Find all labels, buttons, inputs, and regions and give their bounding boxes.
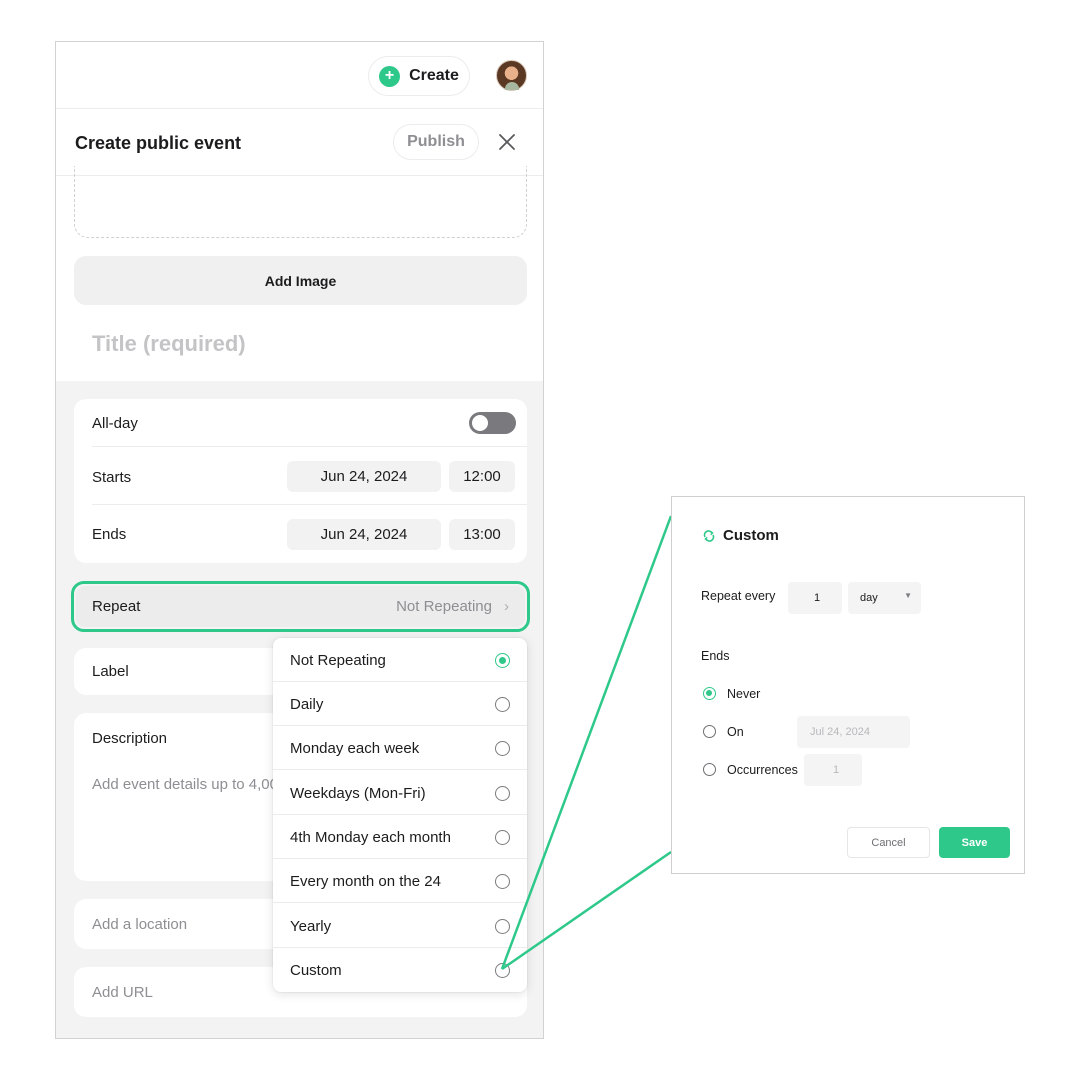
repeat-dropdown-menu: Not Repeating Daily Monday each week Wee… — [273, 638, 527, 992]
repeat-row[interactable]: Repeat Not Repeating › — [76, 586, 525, 627]
occurrences-input[interactable]: 1 — [804, 754, 862, 786]
url-input[interactable]: Add URL — [92, 984, 153, 1001]
ends-on-date-field[interactable]: Jul 24, 2024 — [797, 716, 910, 748]
repeat-option-custom[interactable]: Custom — [273, 948, 527, 992]
option-label: Not Repeating — [290, 652, 386, 669]
starts-time-field[interactable]: 12:00 — [449, 461, 515, 492]
radio-selected-icon[interactable] — [495, 653, 510, 668]
repeat-every-label: Repeat every — [701, 589, 776, 603]
option-label: Monday each week — [290, 740, 420, 757]
starts-label: Starts — [92, 469, 132, 486]
repeat-option-weekly[interactable]: Monday each week — [273, 726, 527, 770]
radio-icon[interactable] — [495, 919, 510, 934]
ends-date-field[interactable]: Jun 24, 2024 — [287, 519, 441, 550]
radio-icon[interactable] — [703, 725, 716, 738]
top-bar: + Create — [56, 42, 543, 109]
ends-label: Ends — [92, 526, 127, 543]
add-image-button[interactable]: Add Image — [74, 256, 527, 305]
repeat-option-daily[interactable]: Daily — [273, 682, 527, 726]
media-section: Add Image Title (required) — [56, 166, 543, 381]
divider — [92, 446, 527, 447]
plus-icon: + — [379, 65, 401, 87]
chevron-right-icon: › — [504, 598, 509, 615]
repeat-interval-input[interactable]: 1 — [788, 582, 842, 614]
option-label: 4th Monday each month — [290, 829, 451, 846]
radio-icon[interactable] — [495, 741, 510, 756]
radio-icon[interactable] — [495, 963, 510, 978]
ends-label: Ends — [701, 649, 730, 663]
radio-icon[interactable] — [495, 874, 510, 889]
all-day-toggle[interactable] — [469, 412, 516, 434]
starts-date-field[interactable]: Jun 24, 2024 — [287, 461, 441, 492]
ends-never-label: Never — [727, 687, 761, 701]
radio-icon[interactable] — [495, 830, 510, 845]
dialog-title: Custom — [723, 527, 779, 544]
divider — [92, 504, 527, 505]
repeat-option-monthly-date[interactable]: Every month on the 24 — [273, 859, 527, 903]
repeat-icon — [703, 529, 715, 542]
description-label: Description — [92, 730, 168, 747]
close-icon[interactable] — [498, 133, 516, 151]
option-label: Every month on the 24 — [290, 873, 441, 890]
ends-on-label: On — [727, 725, 744, 739]
custom-repeat-dialog: Custom Repeat every 1 day ▼ Ends Never O… — [671, 496, 1025, 874]
repeat-label: Repeat — [92, 598, 141, 615]
repeat-option-weekdays[interactable]: Weekdays (Mon-Fri) — [273, 771, 527, 815]
page-title: Create public event — [75, 133, 242, 153]
publish-button[interactable]: Publish — [393, 124, 479, 160]
option-label: Yearly — [290, 918, 332, 935]
repeat-option-yearly[interactable]: Yearly — [273, 904, 527, 948]
create-label: Create — [409, 67, 459, 84]
date-time-card: All-day Starts Jun 24, 2024 12:00 Ends J… — [74, 399, 527, 563]
ends-time-field[interactable]: 13:00 — [449, 519, 515, 550]
event-form-panel: + Create Create public event Publish Add… — [55, 41, 544, 1039]
cancel-button[interactable]: Cancel — [847, 827, 930, 858]
dialog-header: Custom — [702, 527, 779, 544]
save-button[interactable]: Save — [939, 827, 1010, 858]
image-dropzone[interactable] — [74, 166, 527, 238]
caret-down-icon: ▼ — [904, 591, 912, 600]
ends-occurrences-label: Occurrences — [727, 763, 798, 777]
repeat-value: Not Repeating — [396, 598, 492, 615]
repeat-unit-select[interactable]: day ▼ — [848, 582, 921, 614]
label-label: Label — [92, 663, 129, 680]
radio-icon[interactable] — [703, 763, 716, 776]
user-avatar[interactable] — [496, 60, 527, 91]
all-day-label: All-day — [92, 415, 138, 432]
option-label: Custom — [290, 962, 342, 979]
location-input[interactable]: Add a location — [92, 916, 187, 933]
radio-icon[interactable] — [495, 786, 510, 801]
repeat-option-monthly-weekday[interactable]: 4th Monday each month — [273, 815, 527, 859]
repeat-option-not-repeating[interactable]: Not Repeating — [273, 638, 527, 682]
option-label: Weekdays (Mon-Fri) — [290, 785, 426, 802]
option-label: Daily — [290, 696, 324, 713]
unit-value: day — [860, 592, 878, 604]
radio-selected-icon[interactable] — [703, 687, 716, 700]
description-input[interactable]: Add event details up to 4,00 — [92, 776, 278, 793]
create-button[interactable]: + Create — [368, 56, 470, 96]
radio-icon[interactable] — [495, 697, 510, 712]
title-input[interactable]: Title (required) — [92, 331, 246, 357]
